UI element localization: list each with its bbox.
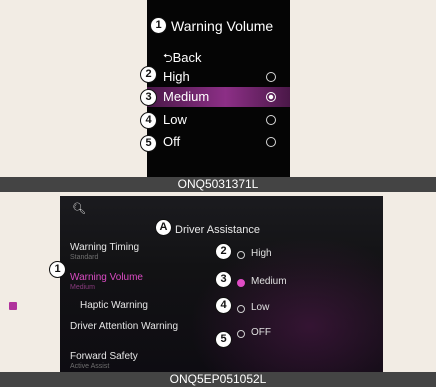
radio-icon <box>237 305 245 313</box>
option-label: Medium <box>251 276 287 287</box>
callout-1: 1 <box>150 17 167 34</box>
radio-selected-icon <box>237 279 245 287</box>
callout-4: 4 <box>140 112 157 129</box>
option-label: Off <box>163 134 181 149</box>
search-icon[interactable]: 🔍︎ <box>72 202 86 215</box>
checkbox-checked-icon[interactable] <box>9 302 17 310</box>
menu-item-forward-safety[interactable]: Forward Safety <box>70 351 138 362</box>
option-high[interactable]: High <box>237 248 357 264</box>
radio-icon <box>266 137 276 147</box>
option-label: Low <box>163 112 187 127</box>
option-low[interactable]: Low <box>237 302 357 318</box>
callout-4: 4 <box>215 297 232 314</box>
radio-icon <box>237 251 245 259</box>
screen-title: Driver Assistance <box>175 224 260 236</box>
option-low[interactable]: Low <box>147 110 290 130</box>
radio-icon <box>266 115 276 125</box>
option-label: Medium <box>163 89 210 104</box>
menu-item-subtitle: Standard <box>70 254 99 261</box>
radio-icon <box>237 330 245 338</box>
back-label: Back <box>172 50 202 65</box>
back-arrow-icon: ⮌ <box>163 51 173 65</box>
option-label: High <box>163 69 190 84</box>
radio-icon <box>266 72 276 82</box>
callout-a: A <box>155 219 172 236</box>
figure-caption: ONQ5031371L <box>177 177 259 191</box>
callout-5: 5 <box>215 331 232 348</box>
menu-item-warning-timing[interactable]: Warning Timing <box>70 242 139 253</box>
callout-5: 5 <box>140 135 157 152</box>
caption-bar: ONQ5EP051052L <box>0 372 436 387</box>
callout-2: 2 <box>140 66 157 83</box>
option-medium[interactable]: Medium <box>237 276 357 292</box>
option-label: High <box>251 248 272 259</box>
menu-item-haptic-warning[interactable]: Haptic Warning <box>80 300 148 311</box>
menu-item-driver-attention-warning[interactable]: Driver Attention Warning <box>70 321 178 332</box>
option-medium[interactable]: Medium <box>147 87 290 107</box>
menu-item-warning-volume[interactable]: Warning Volume <box>70 272 143 283</box>
option-off[interactable]: Off <box>147 132 290 152</box>
option-label: OFF <box>251 327 271 338</box>
option-off[interactable]: OFF <box>237 327 357 343</box>
warning-volume-screen: Warning Volume ⮌Back High Medium Low Off <box>147 0 290 177</box>
callout-3: 3 <box>215 271 232 288</box>
option-high[interactable]: High <box>147 67 290 87</box>
menu-item-subtitle: Active Assist <box>70 363 110 370</box>
callout-3: 3 <box>140 89 157 106</box>
option-label: Low <box>251 302 270 313</box>
menu-item-subtitle: Medium <box>70 284 95 291</box>
callout-2: 2 <box>215 243 232 260</box>
screen-title: Warning Volume <box>171 18 274 34</box>
radio-selected-icon <box>266 92 276 102</box>
figure-caption: ONQ5EP051052L <box>169 372 267 386</box>
caption-bar: ONQ5031371L <box>0 177 436 192</box>
callout-1: 1 <box>49 261 66 278</box>
